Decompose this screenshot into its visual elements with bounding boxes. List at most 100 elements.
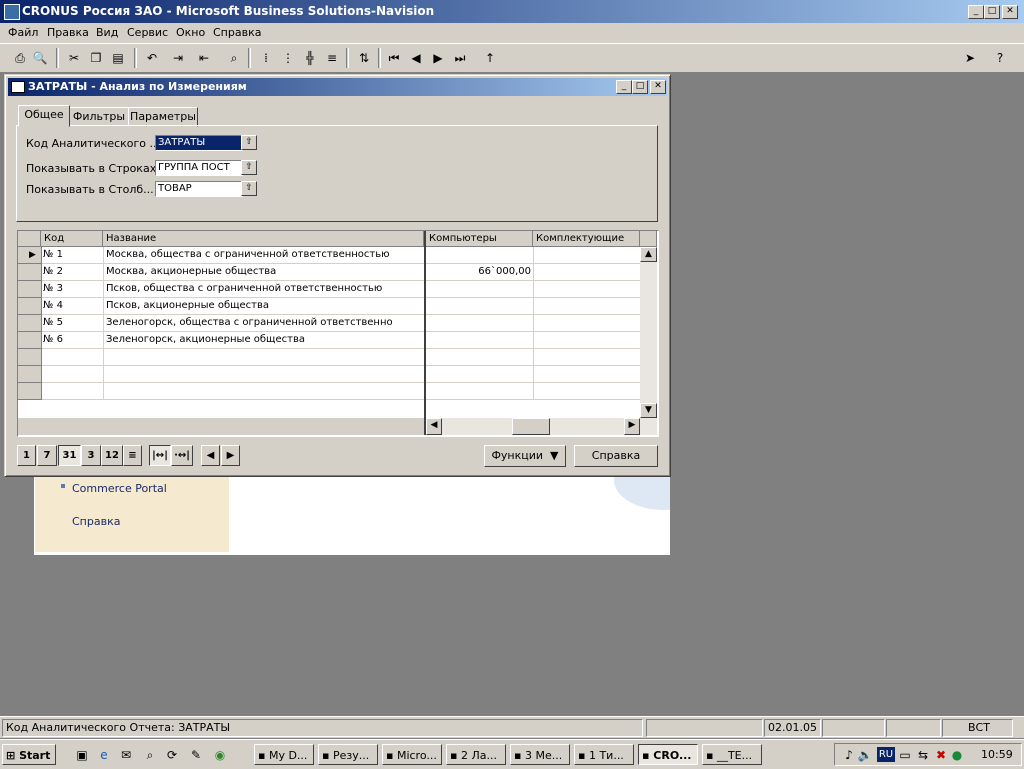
- tab-general[interactable]: Общее: [18, 105, 70, 127]
- balance-at-date-icon[interactable]: ·↔|: [171, 445, 193, 466]
- table-row[interactable]: № 2 Москва, акционерные общества 66`000,00: [18, 264, 640, 281]
- cell-components[interactable]: [535, 383, 638, 399]
- cell-name[interactable]: Псков, общества с ограниченной ответстве…: [106, 281, 422, 297]
- menu-help[interactable]: Справка: [213, 26, 261, 39]
- navigator-icon[interactable]: ➤: [962, 50, 978, 66]
- taskbar-button[interactable]: ▪ 1 Ти...: [574, 744, 634, 765]
- table-row[interactable]: № 5 Зеленогорск, общества с ограниченной …: [18, 315, 640, 332]
- cell-components[interactable]: [535, 264, 638, 280]
- cell-components[interactable]: [535, 349, 638, 365]
- preview-icon[interactable]: 🔍: [32, 50, 48, 66]
- period-day-button[interactable]: 1: [17, 445, 36, 466]
- columns-field[interactable]: ТОВАР: [155, 181, 243, 197]
- period-quarter-button[interactable]: 3: [81, 445, 101, 466]
- menu-window[interactable]: Окно: [176, 26, 205, 39]
- taskbar-button[interactable]: ▪ Резу...: [318, 744, 378, 765]
- search-icon[interactable]: ⌕: [142, 747, 158, 763]
- sound-icon[interactable]: 🔈: [857, 747, 873, 763]
- period-year-button[interactable]: 12: [101, 445, 123, 466]
- table-row[interactable]: № 3 Псков, общества с ограниченной ответс…: [18, 281, 640, 298]
- cell-name[interactable]: Зеленогорск, акционерные общества: [106, 332, 422, 348]
- print-icon[interactable]: ⎙: [12, 50, 28, 66]
- previous-period-icon[interactable]: ◀: [201, 445, 220, 466]
- period-month-button[interactable]: 31: [58, 445, 81, 466]
- table-row[interactable]: [18, 366, 640, 383]
- rows-field[interactable]: ГРУППА ПОСТ: [155, 160, 243, 176]
- up-icon[interactable]: ↑: [482, 50, 498, 66]
- column-header-components[interactable]: Комплектующие: [533, 231, 640, 247]
- monitor-icon[interactable]: ▭: [897, 747, 913, 763]
- cell-code[interactable]: [43, 349, 101, 365]
- dialog-close-button[interactable]: ✕: [650, 80, 666, 94]
- prev-record-icon[interactable]: ◀: [408, 50, 424, 66]
- analysis-code-field[interactable]: ЗАТРАТЫ: [155, 135, 243, 151]
- cell-code[interactable]: № 4: [43, 298, 101, 314]
- analysis-code-lookup-button[interactable]: ⇧: [241, 135, 257, 150]
- scroll-up-arrow-icon[interactable]: ▲: [640, 247, 657, 262]
- cell-name[interactable]: [106, 366, 422, 382]
- cell-computers[interactable]: [428, 366, 531, 382]
- minimize-button[interactable]: _: [968, 5, 984, 19]
- network-icon[interactable]: ⟳: [164, 747, 180, 763]
- cell-name[interactable]: Москва, акционерные общества: [106, 264, 422, 280]
- scroll-thumb[interactable]: [512, 418, 550, 435]
- column-header-computers[interactable]: Компьютеры: [426, 231, 533, 247]
- row-selector[interactable]: ▶: [18, 247, 42, 264]
- language-indicator[interactable]: RU: [877, 747, 895, 762]
- cell-computers[interactable]: [428, 315, 531, 331]
- find-icon[interactable]: ⌕: [226, 50, 242, 66]
- cell-components[interactable]: [535, 281, 638, 297]
- cell-name[interactable]: [106, 383, 422, 399]
- period-accounting-button[interactable]: ≡: [123, 445, 142, 466]
- cell-code[interactable]: № 2: [43, 264, 101, 280]
- period-week-button[interactable]: 7: [37, 445, 57, 466]
- table-row[interactable]: [18, 383, 640, 400]
- outlook-icon[interactable]: ✉: [118, 747, 134, 763]
- row-selector[interactable]: [18, 366, 42, 383]
- row-selector[interactable]: [18, 281, 42, 298]
- scroll-down-arrow-icon[interactable]: ▼: [640, 403, 657, 418]
- copy-icon[interactable]: ❐: [88, 50, 104, 66]
- restore-button[interactable]: □: [984, 5, 1000, 19]
- functions-button[interactable]: Функции ▼: [484, 445, 566, 467]
- cut-icon[interactable]: ✂: [66, 50, 82, 66]
- menu-view[interactable]: Вид: [96, 26, 118, 39]
- desktop-icon[interactable]: ▣: [74, 747, 90, 763]
- disconnected-icon[interactable]: ✖: [933, 747, 949, 763]
- column-header-code[interactable]: Код: [41, 231, 103, 247]
- table-row[interactable]: № 4 Псков, акционерные общества: [18, 298, 640, 315]
- cell-components[interactable]: [535, 315, 638, 331]
- cell-code[interactable]: № 6: [43, 332, 101, 348]
- help-icon[interactable]: ?: [992, 50, 1008, 66]
- cell-name[interactable]: Псков, акционерные общества: [106, 298, 422, 314]
- antivirus-icon[interactable]: ●: [949, 747, 965, 763]
- tile-icon[interactable]: ⁞: [258, 50, 274, 66]
- rows-lookup-button[interactable]: ⇧: [241, 160, 257, 175]
- cell-components[interactable]: [535, 332, 638, 348]
- help-button[interactable]: Справка: [574, 445, 658, 467]
- vertical-scrollbar[interactable]: ▲ ▼: [640, 247, 657, 418]
- cell-name[interactable]: [106, 349, 422, 365]
- tab-options[interactable]: Параметры: [128, 107, 198, 127]
- first-record-icon[interactable]: ⏮: [386, 50, 402, 66]
- cell-components[interactable]: [535, 247, 638, 263]
- next-period-icon[interactable]: ▶: [221, 445, 240, 466]
- column-header-name[interactable]: Название: [103, 231, 424, 247]
- internet-explorer-icon[interactable]: e: [96, 747, 112, 763]
- cell-computers[interactable]: [428, 383, 531, 399]
- table-row[interactable]: [18, 349, 640, 366]
- cell-components[interactable]: [535, 366, 638, 382]
- outdent-icon[interactable]: ⇤: [196, 50, 212, 66]
- cell-computers[interactable]: [428, 298, 531, 314]
- menu-tools[interactable]: Сервис: [127, 26, 168, 39]
- taskbar-button[interactable]: ▪ 2 Ла...: [446, 744, 506, 765]
- next-record-icon[interactable]: ▶: [430, 50, 446, 66]
- cell-code[interactable]: [43, 383, 101, 399]
- connection-icon[interactable]: ⇆: [915, 747, 931, 763]
- taskbar-button[interactable]: ▪ 3 Ме...: [510, 744, 570, 765]
- tab-filters[interactable]: Фильтры: [69, 107, 129, 127]
- undo-icon[interactable]: ↶: [144, 50, 160, 66]
- app-launcher-icon[interactable]: ◉: [212, 747, 228, 763]
- taskbar-button[interactable]: ▪ CRO...: [638, 744, 698, 765]
- cell-code[interactable]: № 3: [43, 281, 101, 297]
